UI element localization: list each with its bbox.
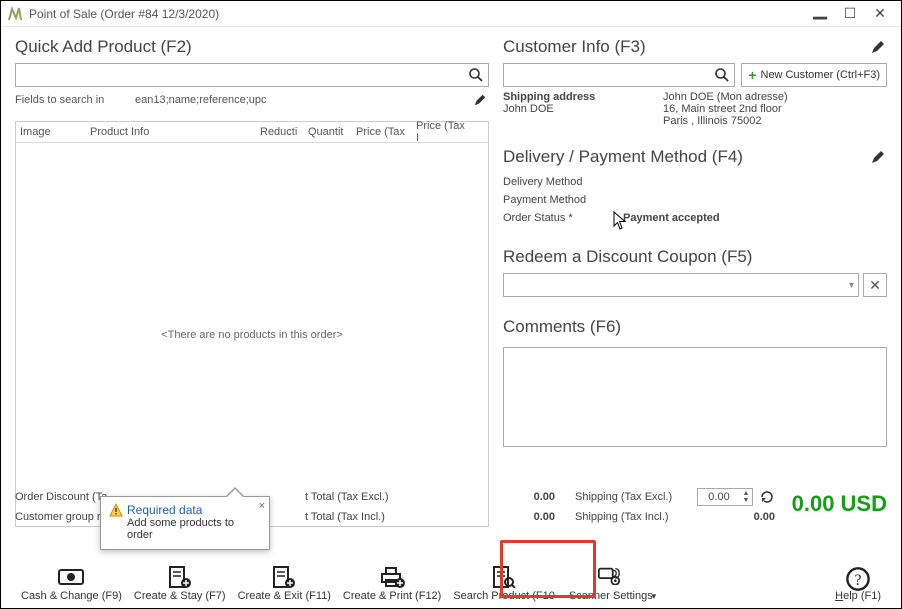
order-status-value: Payment accepted	[623, 212, 887, 224]
coupon-combobox[interactable]: ▾	[503, 273, 859, 297]
cash-change-label: Cash & Change (F9)	[21, 590, 122, 602]
tooltip-close-button[interactable]: ×	[259, 500, 265, 512]
refresh-icon[interactable]	[759, 489, 775, 505]
grand-total: 0.00 USD	[792, 491, 887, 517]
col-reduction: Reducti	[256, 126, 304, 138]
col-price-tax: Price (Tax	[352, 126, 412, 138]
scanner-settings-button[interactable]: Scanner Settings ▾	[561, 552, 661, 602]
scanner-settings-label: Scanner Settings	[569, 590, 653, 602]
create-stay-label: Create & Stay (F7)	[134, 590, 226, 602]
customer-search-input[interactable]	[503, 63, 735, 87]
warning-icon	[109, 503, 123, 517]
shipping-amount-spinner[interactable]: 0.00 ▲▼	[697, 488, 753, 506]
fields-to-search-label: Fields to search in	[15, 94, 135, 106]
comments-textarea[interactable]	[503, 347, 887, 447]
total-tax-excl-label: t Total (Tax Excl.)	[305, 491, 505, 503]
new-customer-button[interactable]: + New Customer (Ctrl+F3)	[741, 63, 887, 87]
delivery-payment-title: Delivery / Payment Method (F4)	[503, 147, 887, 167]
edit-customer-button[interactable]	[869, 38, 887, 56]
chevron-down-icon: ▾	[849, 280, 854, 291]
document-plus-icon	[271, 566, 297, 588]
search-icon[interactable]	[714, 67, 730, 83]
total-tax-excl-value: 0.00	[505, 491, 555, 503]
search-icon[interactable]	[468, 67, 484, 83]
create-stay-button[interactable]: Create & Stay (F7)	[128, 552, 232, 602]
edit-delivery-button[interactable]	[869, 148, 887, 166]
document-plus-icon	[167, 566, 193, 588]
help-button[interactable]: ? Help (F1)	[829, 552, 887, 602]
tooltip-body: Add some products to order	[127, 517, 261, 541]
create-print-label: Create & Print (F12)	[343, 590, 441, 602]
empty-table-text: <There are no products in this order>	[161, 329, 343, 341]
new-customer-label: New Customer (Ctrl+F3)	[761, 69, 881, 81]
window-close-button[interactable]: ✕	[865, 5, 895, 22]
payment-method-label: Payment Method	[503, 194, 623, 206]
scanner-gear-icon	[598, 566, 624, 588]
window-titlebar: Point of Sale (Order #84 12/3/2020) ▁ ☐ …	[1, 1, 901, 27]
search-product-button[interactable]: Search Product (F10	[447, 552, 561, 602]
edit-fields-button[interactable]	[471, 91, 489, 109]
col-product-info: Product Info	[86, 126, 256, 138]
create-exit-label: Create & Exit (F11)	[238, 590, 331, 602]
cash-change-button[interactable]: Cash & Change (F9)	[15, 552, 128, 602]
customer-info-label: Customer Info (F3)	[503, 37, 646, 57]
coupon-title: Redeem a Discount Coupon (F5)	[503, 247, 887, 267]
shipping-incl-value: 0.00	[725, 511, 775, 523]
shipping-incl-label: Shipping (Tax Incl.)	[575, 511, 725, 523]
svg-text:?: ?	[855, 572, 862, 589]
shipping-name: John DOE	[503, 103, 663, 115]
quick-add-search-field[interactable]	[20, 67, 468, 83]
fields-to-search-value: ean13;name;reference;upc	[135, 94, 471, 106]
spinner-arrows-icon[interactable]: ▲▼	[740, 490, 752, 504]
col-quantity: Quantit	[304, 126, 352, 138]
col-price-tax-incl: Price (Tax I	[412, 120, 472, 144]
document-search-icon	[491, 566, 517, 588]
help-icon: ?	[845, 566, 871, 588]
comments-label: Comments (F6)	[503, 317, 621, 337]
col-image: Image	[16, 126, 86, 138]
required-data-tooltip: × Required data Add some products to ord…	[100, 496, 270, 550]
bottom-toolbar: Cash & Change (F9) Create & Stay (F7) Cr…	[15, 548, 887, 602]
products-table-header: Image Product Info Reducti Quantit Price…	[15, 121, 489, 143]
customer-info-title: Customer Info (F3)	[503, 37, 887, 57]
clear-coupon-button[interactable]: ✕	[863, 273, 887, 297]
shipping-address-label: Shipping address	[503, 91, 663, 103]
search-product-label: Search Product (F10	[453, 590, 555, 602]
app-icon	[7, 6, 23, 22]
shipping-excl-label: Shipping (Tax Excl.)	[575, 491, 697, 503]
total-tax-incl-value: 0.00	[505, 511, 555, 523]
products-table-body: <There are no products in this order>	[15, 143, 489, 527]
quick-add-label: Quick Add Product (F2)	[15, 37, 192, 57]
customer-search-field[interactable]	[508, 67, 714, 83]
scanner-dropdown-icon[interactable]: ▾	[652, 591, 657, 602]
printer-plus-icon	[379, 566, 405, 588]
create-print-button[interactable]: Create & Print (F12)	[337, 552, 447, 602]
addr-line-2: 16, Main street 2nd floor	[663, 103, 788, 115]
coupon-label: Redeem a Discount Coupon (F5)	[503, 247, 752, 267]
addr-line-3: Paris , Illinois 75002	[663, 115, 788, 127]
tooltip-title: Required data	[127, 503, 202, 517]
delivery-method-label: Delivery Method	[503, 176, 623, 188]
plus-icon: +	[748, 68, 756, 82]
create-exit-button[interactable]: Create & Exit (F11)	[232, 552, 337, 602]
window-minimize-button[interactable]: ▁	[805, 0, 835, 20]
addr-line-1: John DOE (Mon adresse)	[663, 91, 788, 103]
window-maximize-button[interactable]: ☐	[835, 5, 865, 22]
quick-add-title: Quick Add Product (F2)	[15, 37, 489, 57]
shipping-amount-value: 0.00	[698, 491, 740, 503]
cash-icon	[58, 566, 84, 588]
order-status-label: Order Status *	[503, 212, 623, 224]
help-label: Help (F1)	[835, 590, 881, 602]
total-tax-incl-label: t Total (Tax Incl.)	[305, 511, 505, 523]
window-title: Point of Sale (Order #84 12/3/2020)	[29, 7, 805, 21]
comments-title: Comments (F6)	[503, 317, 887, 337]
delivery-payment-label: Delivery / Payment Method (F4)	[503, 147, 743, 167]
quick-add-search-input[interactable]	[15, 63, 489, 87]
